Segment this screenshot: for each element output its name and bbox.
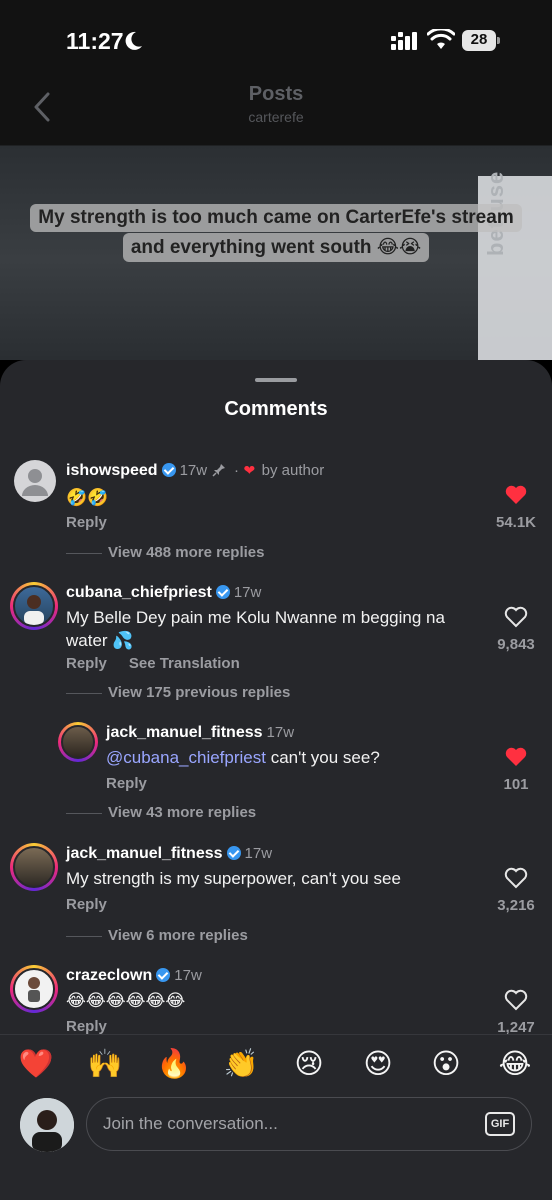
heart-small-icon: ❤ xyxy=(243,462,256,478)
verified-badge-icon xyxy=(215,585,230,599)
username[interactable]: jack_manuel_fitness xyxy=(106,724,263,741)
like-count: 9,843 xyxy=(497,636,535,653)
battery-icon: 28 xyxy=(462,30,500,51)
see-translation-button[interactable]: See Translation xyxy=(129,655,240,672)
username[interactable]: crazeclown xyxy=(66,967,152,984)
reply-button[interactable]: Reply xyxy=(66,896,107,913)
emoji-heart-eyes[interactable]: 😍 xyxy=(358,1047,398,1080)
comment-text: 😂😂😂😂😂😂 xyxy=(66,991,186,1010)
avatar[interactable] xyxy=(10,582,58,630)
post-background: 11:27 28 Posts carterefe My strength is … xyxy=(0,0,552,360)
default-avatar-icon xyxy=(22,469,48,496)
avatar[interactable] xyxy=(10,843,58,891)
emoji-raised-hands[interactable]: 🙌 xyxy=(85,1047,125,1080)
sheet-title: Comments xyxy=(224,398,328,420)
emoji-crying[interactable]: 😢 xyxy=(289,1047,329,1080)
username[interactable]: jack_manuel_fitness xyxy=(66,845,223,862)
comment-actions: Reply See Translation xyxy=(66,655,262,672)
view-replies-link[interactable]: View 175 previous replies xyxy=(66,684,290,701)
avatar[interactable] xyxy=(58,722,98,762)
emoji-clap[interactable]: 👏 xyxy=(221,1047,261,1080)
timestamp: 17w xyxy=(233,584,262,601)
battery-level: 28 xyxy=(470,31,488,48)
emoji-fire[interactable]: 🔥 xyxy=(154,1047,194,1080)
caption-line-2: and everything went south 😂😭 xyxy=(122,233,430,262)
comment-actions: Reply xyxy=(106,775,169,792)
nav-bar: Posts carterefe xyxy=(0,80,552,144)
status-bar: 11:27 28 xyxy=(0,0,552,80)
comment-actions: Reply xyxy=(66,514,129,531)
comment-text: My Belle Dey pain me Kolu Nwanne m beggi… xyxy=(66,608,445,650)
video-preview[interactable]: bettuse My strength is too much came on … xyxy=(0,146,552,360)
heart-filled-icon[interactable] xyxy=(496,746,536,768)
caption-line-1: My strength is too much came on CarterEf… xyxy=(30,204,522,232)
clock: 11:27 xyxy=(66,28,124,54)
avatar[interactable] xyxy=(10,965,58,1013)
comment-text: 🤣🤣 xyxy=(66,488,109,507)
view-replies-link[interactable]: View 43 more replies xyxy=(66,804,256,821)
username[interactable]: ishowspeed xyxy=(66,462,158,479)
username[interactable]: cubana_chiefpriest xyxy=(66,584,212,601)
timestamp: 17w xyxy=(244,845,273,862)
comment-text: My strength is my superpower, can't you … xyxy=(66,869,401,888)
heart-filled-icon[interactable] xyxy=(496,484,536,506)
like-count: 54.1K xyxy=(495,514,537,531)
heart-outline-icon[interactable] xyxy=(496,606,536,628)
comment-actions: Reply xyxy=(66,1018,129,1035)
verified-badge-icon xyxy=(161,463,176,477)
video-caption: My strength is too much came on CarterEf… xyxy=(0,204,552,263)
mention-link[interactable]: @cubana_chiefpriest xyxy=(106,748,266,767)
drag-handle[interactable] xyxy=(255,378,297,382)
comment-header: ishowspeed 17w · ❤ by author xyxy=(66,462,325,479)
page-subtitle: carterefe xyxy=(248,109,304,125)
emoji-reaction-bar: ❤️ 🙌 🔥 👏 😢 😍 😮 😂 xyxy=(0,1034,552,1094)
verified-badge-icon xyxy=(226,846,241,860)
timestamp: 17w xyxy=(174,967,202,984)
comment-text: @cubana_chiefpriest can't you see? xyxy=(106,748,380,767)
author-tag: by author xyxy=(261,462,325,479)
view-replies-link[interactable]: View 488 more replies xyxy=(66,544,264,561)
reply-button[interactable]: Reply xyxy=(66,1018,107,1035)
comment-actions: Reply xyxy=(66,896,129,913)
avatar[interactable] xyxy=(14,460,56,502)
comment-header: crazeclown 17w xyxy=(66,967,202,985)
cellular-signal-icon xyxy=(391,32,417,50)
comment-header: jack_manuel_fitness 17w xyxy=(106,724,294,742)
timestamp: 17w xyxy=(179,462,208,479)
emoji-surprised[interactable]: 😮 xyxy=(426,1047,466,1080)
heart-outline-icon[interactable] xyxy=(496,989,536,1011)
comment-composer: Join the conversation... GIF xyxy=(0,1094,552,1200)
view-replies-link[interactable]: View 6 more replies xyxy=(66,927,248,944)
comment-header: jack_manuel_fitness 17w xyxy=(66,845,272,863)
page-title: Posts xyxy=(248,83,304,105)
like-count: 3,216 xyxy=(497,897,535,914)
heart-outline-icon[interactable] xyxy=(496,867,536,889)
emoji-laughing[interactable]: 😂 xyxy=(495,1047,535,1080)
comment-header: cubana_chiefpriest 17w xyxy=(66,584,261,602)
wifi-icon xyxy=(427,29,455,49)
moon-icon xyxy=(125,31,142,50)
emoji-heart[interactable]: ❤️ xyxy=(16,1047,56,1080)
verified-badge-icon xyxy=(156,968,171,982)
comment-input[interactable]: Join the conversation... GIF xyxy=(86,1097,532,1151)
reply-button[interactable]: Reply xyxy=(106,775,147,792)
reply-button[interactable]: Reply xyxy=(66,655,107,672)
pin-icon xyxy=(212,464,225,477)
my-avatar xyxy=(20,1098,74,1152)
like-count: 101 xyxy=(503,776,529,793)
timestamp: 17w xyxy=(266,724,295,741)
reply-button[interactable]: Reply xyxy=(66,514,107,531)
gif-button[interactable]: GIF xyxy=(485,1112,515,1136)
comment-placeholder: Join the conversation... xyxy=(103,1114,278,1133)
